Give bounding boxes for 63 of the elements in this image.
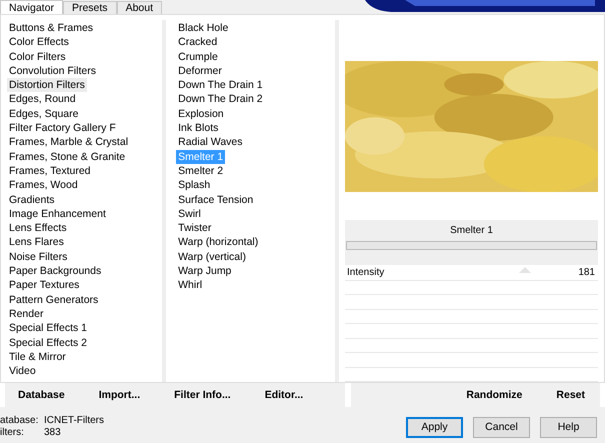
tab[interactable]: About bbox=[116, 1, 162, 14]
filter-item[interactable]: Black Hole bbox=[176, 21, 230, 36]
filter-item[interactable]: Crumple bbox=[176, 50, 220, 64]
filter-item[interactable]: Whirl bbox=[176, 278, 204, 293]
filter-item[interactable]: Warp Jump bbox=[176, 264, 234, 278]
category-item[interactable]: Render bbox=[7, 306, 46, 322]
filter-item[interactable]: Smelter 2 bbox=[176, 164, 226, 178]
status-value: 383 bbox=[44, 427, 61, 439]
category-item[interactable]: Paper Backgrounds bbox=[7, 264, 104, 278]
filter-item[interactable]: Surface Tension bbox=[176, 192, 256, 207]
filter-item[interactable]: Down The Drain 1 bbox=[176, 78, 265, 92]
filter-item[interactable]: Down The Drain 2 bbox=[176, 92, 265, 107]
category-item[interactable]: Image Enhancement bbox=[7, 206, 108, 222]
toolbar-button[interactable]: Randomize bbox=[463, 389, 526, 401]
category-item[interactable]: Pattern Generators bbox=[7, 292, 100, 307]
category-item[interactable]: Gradients bbox=[7, 192, 57, 207]
filter-item[interactable]: Warp (vertical) bbox=[176, 250, 248, 264]
filter-item[interactable]: Ink Blots bbox=[176, 121, 220, 136]
filter-item[interactable]: Deformer bbox=[176, 64, 224, 78]
category-item[interactable]: Edges, Square bbox=[7, 106, 80, 122]
category-item[interactable]: Edges, Round bbox=[7, 92, 78, 107]
category-item[interactable]: Color Effects bbox=[7, 35, 71, 50]
toolbar-button[interactable]: Editor... bbox=[262, 389, 306, 401]
category-item[interactable]: Distortion Filters bbox=[7, 78, 87, 92]
category-item[interactable]: Frames, Wood bbox=[7, 178, 80, 193]
category-item[interactable]: Lens Flares bbox=[7, 235, 66, 250]
category-item[interactable]: Special Effects 2 bbox=[7, 336, 90, 350]
filter-item[interactable]: Explosion bbox=[176, 106, 226, 122]
control-value: 181 bbox=[578, 266, 595, 278]
category-item[interactable]: Video bbox=[7, 364, 38, 378]
toolbar-button[interactable]: Database bbox=[15, 389, 68, 401]
category-item[interactable]: Tile & Mirror bbox=[7, 350, 68, 364]
status-label: atabase: bbox=[0, 415, 40, 427]
toolbar-button[interactable]: Import... bbox=[96, 389, 144, 401]
category-item[interactable]: Frames, Textured bbox=[7, 164, 93, 178]
category-item[interactable]: Paper Textures bbox=[7, 278, 82, 293]
filter-title: Smelter 1 bbox=[450, 225, 493, 238]
dialog-button[interactable]: Help bbox=[540, 416, 597, 438]
tab[interactable]: Navigator bbox=[0, 0, 63, 14]
category-item[interactable]: Filter Factory Gallery F bbox=[7, 121, 118, 136]
filter-item[interactable]: Cracked bbox=[176, 35, 220, 50]
control-label: Intensity bbox=[347, 266, 384, 278]
category-item[interactable]: Convolution Filters bbox=[7, 64, 98, 78]
category-item[interactable]: Noise Filters bbox=[7, 250, 70, 264]
dialog-button[interactable]: Apply bbox=[406, 416, 463, 438]
dialog-button[interactable]: Cancel bbox=[473, 416, 530, 438]
filter-item[interactable]: Splash bbox=[176, 178, 212, 193]
category-item[interactable]: Frames, Marble & Crystal bbox=[7, 135, 130, 150]
filter-item[interactable]: Radial Waves bbox=[176, 135, 244, 150]
status-label: ilters: bbox=[0, 427, 25, 439]
category-item[interactable]: Lens Effects bbox=[7, 221, 69, 236]
status-value: ICNET-Filters bbox=[44, 415, 104, 427]
toolbar-button[interactable]: Filter Info... bbox=[171, 389, 234, 401]
category-item[interactable]: Buttons & Frames bbox=[7, 21, 96, 36]
filter-item[interactable]: Twister bbox=[176, 221, 214, 236]
category-item[interactable]: Color Filters bbox=[7, 50, 68, 64]
tab[interactable]: Presets bbox=[62, 1, 117, 14]
filter-item[interactable]: Warp (horizontal) bbox=[176, 235, 260, 250]
toolbar-button[interactable]: Reset bbox=[553, 389, 588, 401]
category-item[interactable]: Frames, Stone & Granite bbox=[7, 150, 128, 164]
filter-item[interactable]: Swirl bbox=[176, 206, 203, 222]
category-item[interactable]: Special Effects 1 bbox=[7, 321, 90, 336]
slider-thumb[interactable] bbox=[518, 266, 531, 273]
